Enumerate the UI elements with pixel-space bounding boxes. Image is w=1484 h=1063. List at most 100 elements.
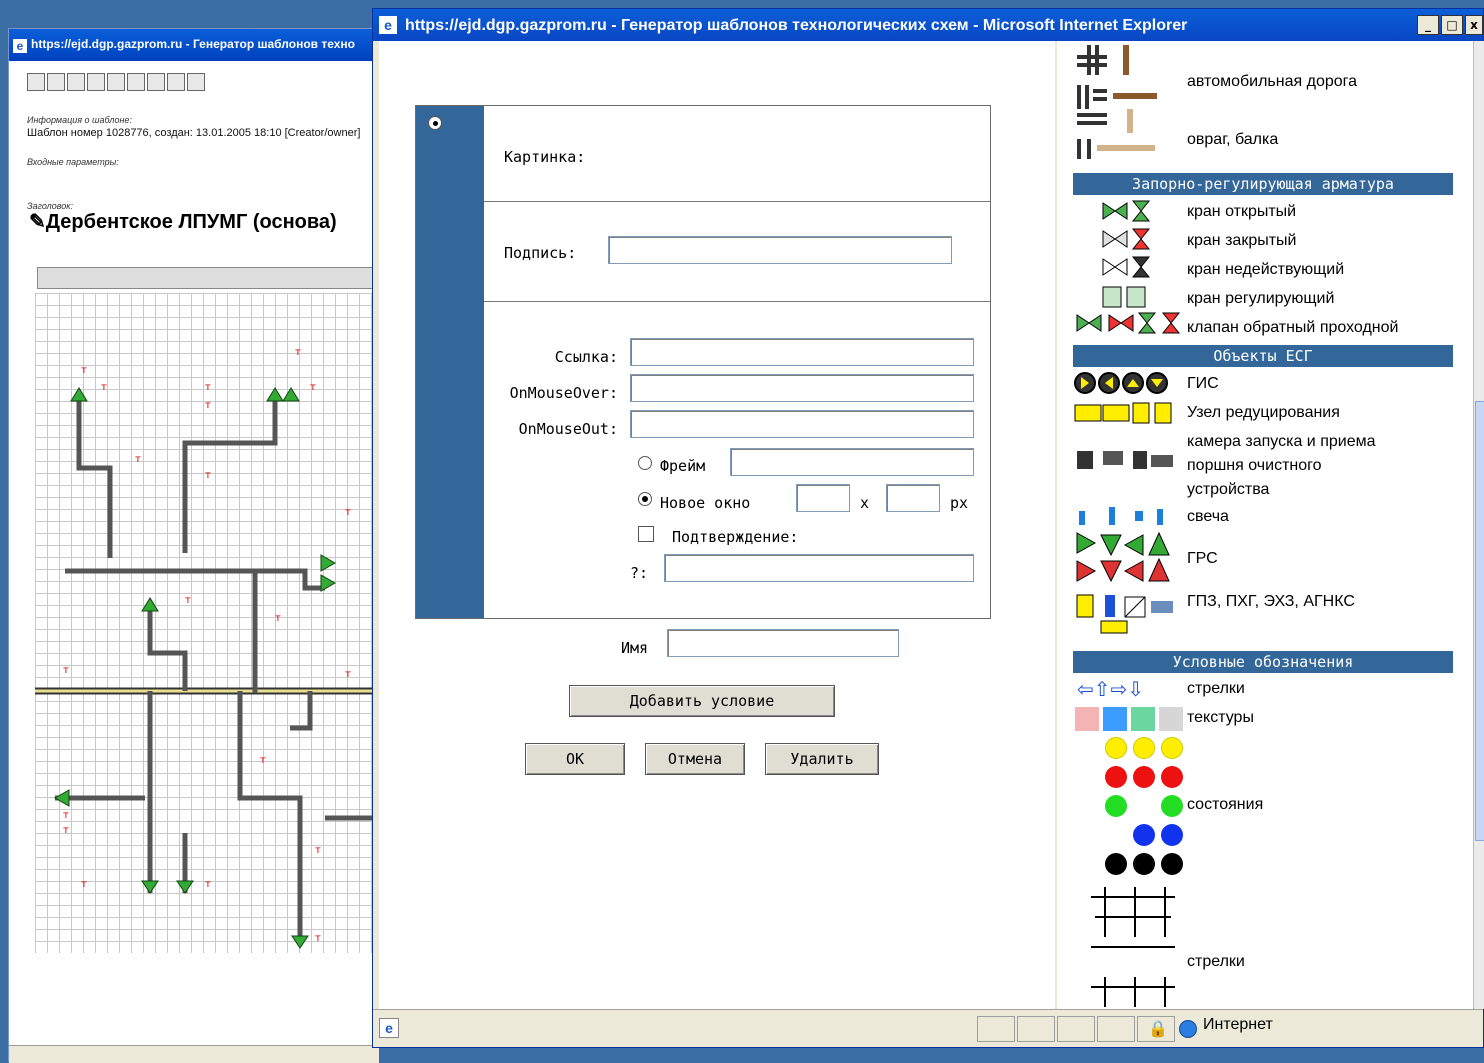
palette-item-launch-chamber-3[interactable]: устройства — [1187, 481, 1269, 499]
link-input[interactable] — [630, 338, 974, 366]
name-label: Имя — [621, 639, 649, 657]
palette-item-arrows[interactable]: стрелки — [1187, 680, 1245, 698]
palette-item-valve-closed[interactable]: кран закрытый — [1187, 232, 1296, 250]
state-black-icon[interactable] — [1133, 853, 1155, 875]
svg-text:т: т — [345, 507, 351, 518]
drawing-toolbar[interactable] — [37, 267, 382, 289]
state-blue-icon[interactable] — [1161, 824, 1183, 846]
direction-arrows-icon[interactable] — [1085, 877, 1181, 1009]
palette-item-road[interactable]: автомобильная дорога — [1187, 73, 1357, 91]
background-window-titlebar[interactable]: e https://ejd.dgp.gazprom.ru - Генератор … — [9, 29, 377, 61]
section-header-esg: Объекты ЕСГ — [1073, 345, 1453, 367]
onmouseout-label: OnMouseOut: — [518, 420, 618, 438]
status-lock-segment: 🔒 — [1137, 1016, 1175, 1042]
frame-input[interactable] — [730, 448, 974, 476]
scrollbar-thumb[interactable] — [1475, 401, 1484, 841]
palette-item-grs[interactable]: ГРС — [1187, 550, 1218, 568]
palette-item-launch-chamber-2[interactable]: поршня очистного — [1187, 457, 1322, 475]
question-input[interactable] — [664, 554, 974, 582]
state-black-icon[interactable] — [1161, 853, 1183, 875]
ie-icon: e — [13, 39, 27, 53]
state-yellow-icon[interactable] — [1133, 737, 1155, 759]
window-height-input[interactable] — [886, 484, 940, 512]
palette-item-reduction-node[interactable]: Узел редуцирования — [1187, 404, 1340, 422]
background-window[interactable]: e https://ejd.dgp.gazprom.ru - Генератор … — [8, 28, 382, 1063]
palette-item-arrows-2[interactable]: стрелки — [1187, 953, 1245, 971]
window-width-input[interactable] — [796, 484, 850, 512]
onmouseover-input[interactable] — [630, 374, 974, 402]
palette-item-ravine[interactable]: овраг, балка — [1187, 131, 1278, 149]
question-label: ?: — [630, 564, 649, 582]
section-header-valves: Запорно-регулирующая арматура — [1073, 173, 1453, 195]
palette-item-launch-chamber[interactable]: камера запуска и приема — [1187, 433, 1375, 451]
link-label: Ссылка: — [554, 348, 618, 366]
frame-label: Фрейм — [660, 457, 706, 475]
tool-icon[interactable] — [47, 73, 65, 91]
palette-item-valve-open[interactable]: кран открытый — [1187, 203, 1296, 221]
texture-grass-icon[interactable] — [1131, 707, 1155, 731]
tool-icon[interactable] — [187, 73, 205, 91]
texture-water-icon[interactable] — [1103, 707, 1127, 731]
vertical-scrollbar[interactable] — [1473, 41, 1484, 1009]
palette-item-check-valve[interactable]: клапан обратный проходной — [1187, 319, 1398, 337]
tool-icon[interactable] — [27, 73, 45, 91]
state-yellow-icon[interactable] — [1161, 737, 1183, 759]
ie-window[interactable]: e https://ejd.dgp.gazprom.ru - Генератор… — [372, 8, 1484, 1048]
state-green-icon[interactable] — [1161, 795, 1183, 817]
tool-icon[interactable] — [147, 73, 165, 91]
palette-item-vent[interactable]: свеча — [1187, 508, 1229, 526]
svg-text:т: т — [205, 382, 211, 393]
pipeline-diagram: тт т ттт ттт ттт ттт тт т тт — [35, 347, 380, 949]
new-window-radio[interactable] — [638, 492, 652, 506]
tool-icon[interactable] — [167, 73, 185, 91]
svg-text:т: т — [315, 933, 321, 944]
caption-input[interactable] — [608, 236, 952, 264]
tool-icon[interactable] — [107, 73, 125, 91]
valve-symbols-icon[interactable] — [1073, 199, 1185, 339]
svg-text:т: т — [63, 825, 69, 836]
tool-icon[interactable] — [87, 73, 105, 91]
close-button[interactable]: x — [1465, 15, 1483, 35]
delete-button[interactable]: Удалить — [765, 743, 879, 775]
palette-item-states[interactable]: состояния — [1187, 796, 1263, 814]
tool-icon[interactable] — [67, 73, 85, 91]
texture-brick-icon[interactable] — [1075, 707, 1099, 731]
state-yellow-icon[interactable] — [1105, 737, 1127, 759]
scheme-canvas[interactable]: ттт ттт ттт ттт ттт ттт тт — [35, 293, 380, 953]
name-input[interactable] — [667, 629, 899, 657]
cancel-button[interactable]: Отмена — [645, 743, 745, 775]
svg-text:т: т — [63, 810, 69, 821]
size-separator: x — [860, 494, 870, 512]
onmouseover-label: OnMouseOver: — [509, 384, 618, 402]
texture-gray-icon[interactable] — [1159, 707, 1183, 731]
palette-item-gis[interactable]: ГИС — [1187, 375, 1219, 393]
onmouseout-input[interactable] — [630, 410, 974, 438]
state-red-icon[interactable] — [1105, 766, 1127, 788]
arrow-icons[interactable]: ⇦⇧⇨⇩ — [1077, 677, 1144, 702]
section-header-legend: Условные обозначения — [1073, 651, 1453, 673]
state-blue-icon[interactable] — [1133, 824, 1155, 846]
maximize-button[interactable]: □ — [1441, 15, 1463, 35]
palette-item-textures[interactable]: текстуры — [1187, 709, 1254, 727]
page-heading: ✎Дербентское ЛПУМГ (основа) — [29, 211, 337, 233]
state-red-icon[interactable] — [1133, 766, 1155, 788]
add-condition-button[interactable]: Добавить условие — [569, 685, 835, 717]
palette-item-valve-regulating[interactable]: кран регулирующий — [1187, 290, 1334, 308]
road-symbol-icon[interactable] — [1073, 45, 1163, 161]
state-red-icon[interactable] — [1161, 766, 1183, 788]
palette-item-gpz[interactable]: ГПЗ, ПХГ, ЭХЗ, АГНКС — [1187, 593, 1355, 611]
status-segment — [1017, 1016, 1055, 1042]
tool-icon[interactable] — [127, 73, 145, 91]
frame-radio[interactable] — [638, 456, 652, 470]
state-green-icon[interactable] — [1105, 795, 1127, 817]
state-black-icon[interactable] — [1105, 853, 1127, 875]
window-titlebar[interactable]: e https://ejd.dgp.gazprom.ru - Генератор… — [373, 9, 1483, 41]
minimize-button[interactable]: _ — [1417, 15, 1439, 35]
confirm-checkbox[interactable] — [638, 526, 654, 542]
ok-button[interactable]: OK — [525, 743, 625, 775]
esg-symbols-icon[interactable] — [1073, 371, 1185, 641]
svg-text:т: т — [135, 454, 141, 465]
svg-text:т: т — [205, 879, 211, 890]
row-select-radio[interactable] — [428, 116, 442, 130]
palette-item-valve-inactive[interactable]: кран недействующий — [1187, 261, 1344, 279]
